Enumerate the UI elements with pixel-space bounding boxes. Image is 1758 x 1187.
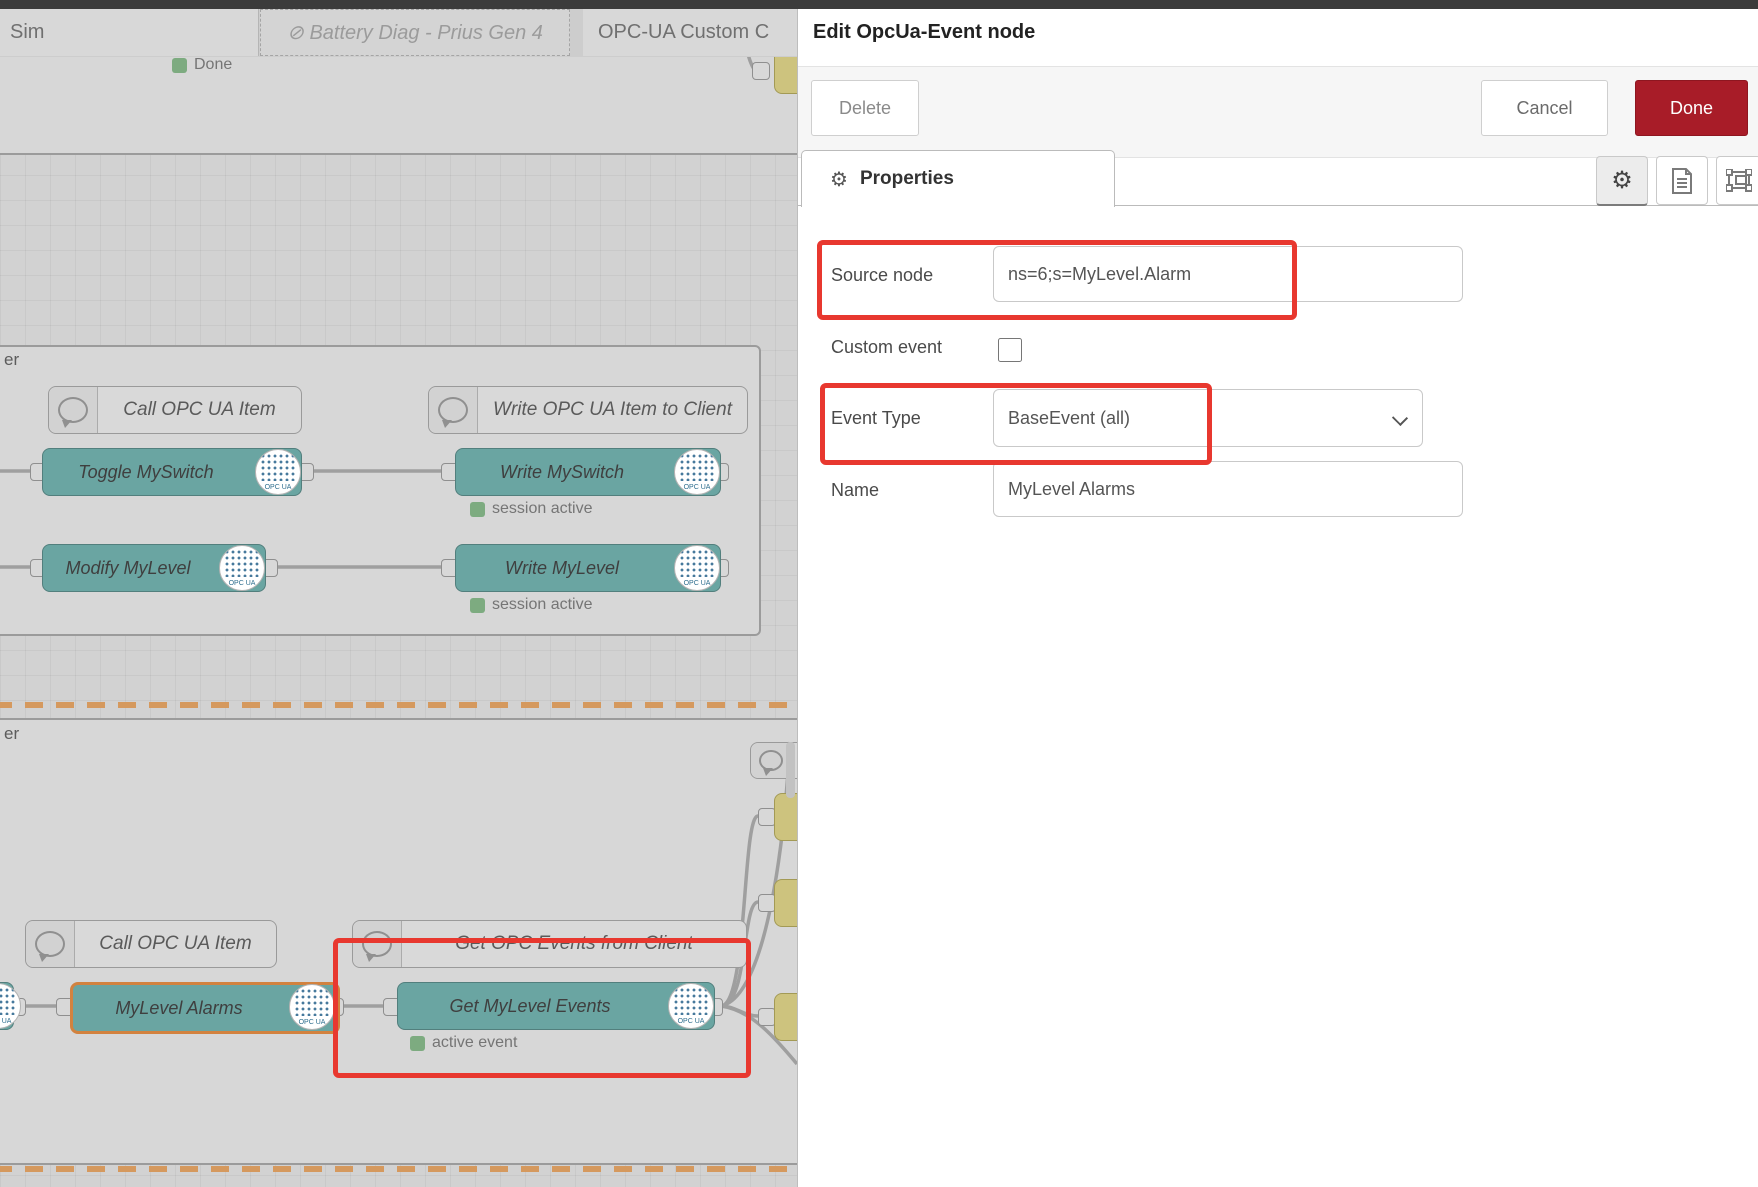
properties-view-button[interactable]: ⚙ xyxy=(1596,156,1648,206)
node-get-mylevel-events[interactable]: Get MyLevel Events OPC UA xyxy=(397,982,715,1030)
node-write-mylevel[interactable]: Write MyLevel OPC UA xyxy=(455,544,721,592)
flow-tab-strip: Sim ⊘ Battery Diag - Prius Gen 4 OPC-UA … xyxy=(0,9,797,57)
tray-button-band xyxy=(798,66,1758,158)
custom-event-checkbox[interactable] xyxy=(998,338,1022,362)
name-input[interactable] xyxy=(993,461,1463,517)
comment-node-write-opcua-client[interactable]: Write OPC UA Item to Client xyxy=(428,386,748,434)
edit-node-tray: Edit OpcUa-Event node Delete Cancel Done… xyxy=(797,9,1758,1187)
opcua-badge-icon: OPC UA xyxy=(674,449,720,495)
opcua-badge-icon: OPC UA xyxy=(668,983,714,1029)
status-session-active-level: session active xyxy=(470,596,593,614)
document-icon xyxy=(1671,168,1693,194)
comment-bubble-icon xyxy=(353,921,402,967)
cancel-button[interactable]: Cancel xyxy=(1481,80,1608,136)
gear-icon: ⚙ xyxy=(1611,166,1633,195)
status-active-event: active event xyxy=(410,1034,517,1052)
comment-bubble-icon xyxy=(26,921,75,967)
port-clipped-top-right[interactable] xyxy=(752,62,770,80)
source-node-input[interactable] xyxy=(993,246,1463,302)
done-button[interactable]: Done xyxy=(1635,80,1748,136)
gear-icon: ⚙ xyxy=(830,167,848,192)
event-type-select[interactable]: BaseEvent (all) xyxy=(993,389,1423,447)
node-write-myswitch[interactable]: Write MySwitch OPC UA xyxy=(455,448,721,496)
opcua-badge-icon: OPC UA xyxy=(219,545,265,591)
opcua-badge-icon: OPC UA xyxy=(289,984,335,1030)
chevron-down-icon xyxy=(1392,410,1408,426)
comment-node-call-opcua-upper[interactable]: Call OPC UA Item xyxy=(48,386,302,434)
status-dot-green xyxy=(470,598,485,613)
node-modify-mylevel[interactable]: Modify MyLevel OPC UA xyxy=(42,544,266,592)
comment-node-get-opc-events[interactable]: Get OPC Events from Client xyxy=(352,920,747,968)
status-dot-green xyxy=(410,1036,425,1051)
flow-canvas[interactable]: er er Call OPC UA xyxy=(0,0,797,1187)
comment-bubble-icon xyxy=(49,387,98,433)
description-view-button[interactable] xyxy=(1656,156,1708,205)
node-clipped-right-3[interactable] xyxy=(774,993,797,1041)
node-mylevel-alarms[interactable]: MyLevel Alarms OPC UA xyxy=(70,982,340,1034)
appearance-icon xyxy=(1726,169,1752,193)
node-toggle-myswitch[interactable]: Toggle MySwitch OPC UA xyxy=(42,448,302,496)
appearance-view-button[interactable] xyxy=(1716,156,1758,205)
status-dot-green xyxy=(172,58,187,73)
tab-battery-diag[interactable]: ⊘ Battery Diag - Prius Gen 4 xyxy=(260,9,570,56)
comment-node-call-opcua-lower[interactable]: Call OPC UA Item xyxy=(25,920,277,968)
custom-event-label: Custom event xyxy=(831,337,942,358)
comment-bubble-icon xyxy=(429,387,478,433)
opcua-badge-icon: OPC UA xyxy=(255,449,301,495)
tab-sim[interactable]: Sim xyxy=(0,9,259,56)
node-clipped-right-1[interactable] xyxy=(774,793,797,841)
node-red-editor: er er Call OPC UA xyxy=(0,0,1758,1187)
status-session-active-switch: session active xyxy=(470,500,593,518)
opcua-badge-icon: OPC UA xyxy=(674,545,720,591)
canvas-scrollbar-thumb[interactable] xyxy=(786,742,795,798)
name-label: Name xyxy=(831,480,879,501)
status-dot-green xyxy=(470,502,485,517)
node-clipped-right-2[interactable] xyxy=(774,879,797,927)
tray-title: Edit OpcUa-Event node xyxy=(813,21,1035,44)
delete-button[interactable]: Delete xyxy=(811,80,919,136)
header-bottom-bar xyxy=(0,0,1758,9)
tab-opcua-custom[interactable]: OPC-UA Custom C xyxy=(583,9,797,56)
node-clipped-left[interactable]: OPC UA xyxy=(0,982,14,1030)
source-node-label: Source node xyxy=(831,265,933,286)
tab-properties[interactable]: ⚙ Properties xyxy=(801,150,1115,207)
status-done: Done xyxy=(172,56,232,74)
event-type-label: Event Type xyxy=(831,408,921,429)
